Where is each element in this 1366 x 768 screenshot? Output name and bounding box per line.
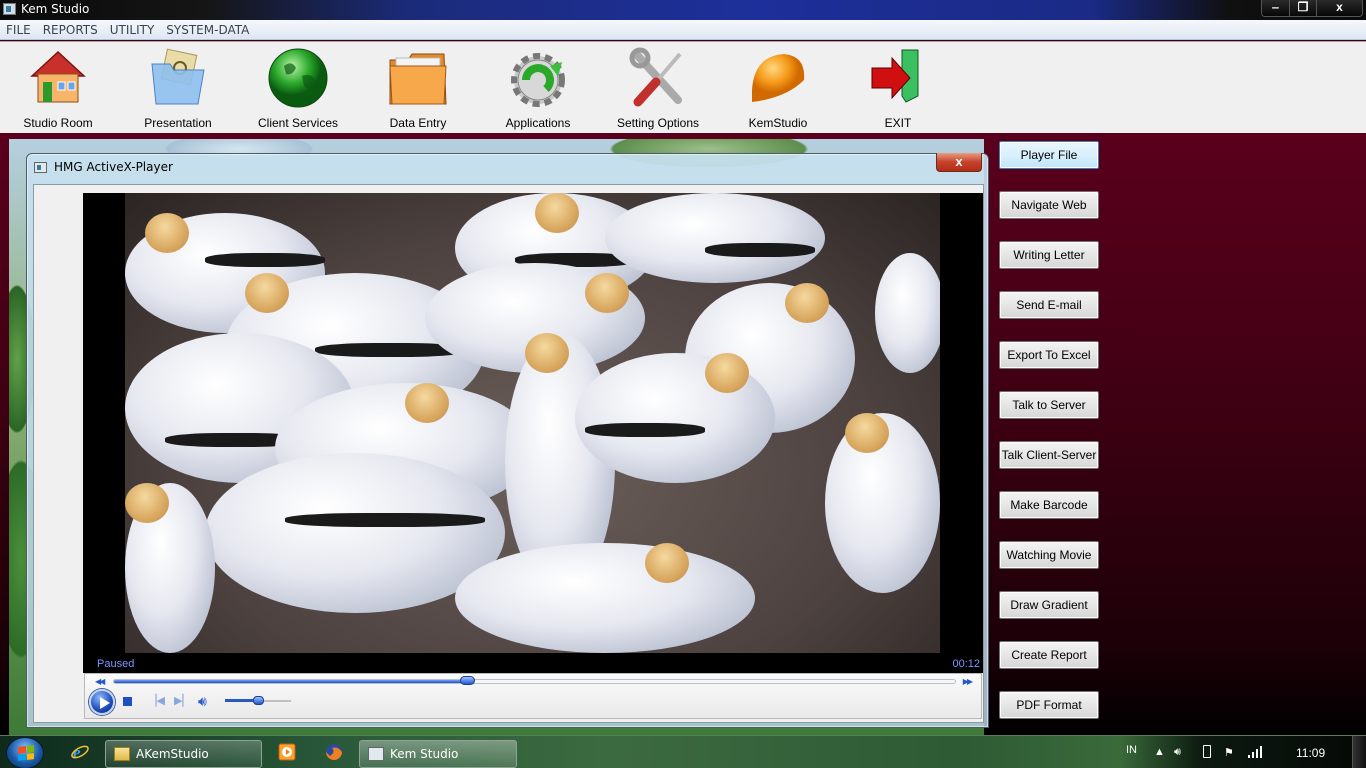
toolbar-label: KemStudio bbox=[748, 116, 808, 130]
video-display[interactable]: Paused 00:12 bbox=[83, 193, 983, 673]
fast-forward-icon[interactable]: ▶▶ bbox=[963, 677, 973, 686]
app-window-icon bbox=[368, 747, 384, 761]
next-button[interactable]: ▶▏ bbox=[174, 695, 191, 707]
folder-icon bbox=[114, 747, 130, 761]
playback-status: Paused bbox=[97, 658, 135, 670]
toolbar-label: Studio Room bbox=[23, 116, 93, 130]
battery-icon[interactable] bbox=[1203, 745, 1211, 758]
menu-bar: FILE REPORTS UTILITY SYSTEM-DATA bbox=[0, 20, 1366, 40]
rewind-icon[interactable]: ◀◀ bbox=[95, 677, 105, 686]
talk-to-server-button[interactable]: Talk to Server bbox=[999, 391, 1099, 419]
gear-refresh-icon bbox=[506, 46, 570, 110]
toolbar-applications[interactable]: Applications bbox=[483, 46, 593, 130]
taskbar-task-label: Kem Studio bbox=[390, 747, 459, 761]
windows-logo-icon bbox=[18, 745, 34, 761]
toolbar-label: Setting Options bbox=[616, 116, 700, 130]
hardhat-icon bbox=[746, 46, 810, 110]
navigate-web-button[interactable]: Navigate Web bbox=[999, 191, 1099, 219]
talk-client-server-button[interactable]: Talk Client-Server bbox=[999, 441, 1099, 469]
player-file-button[interactable]: Player File bbox=[999, 141, 1099, 169]
menu-file[interactable]: FILE bbox=[6, 20, 31, 39]
toolbar-label: EXIT bbox=[884, 116, 912, 130]
toolbar-presentation[interactable]: Presentation bbox=[123, 46, 233, 130]
volume-slider[interactable] bbox=[225, 696, 291, 705]
menu-system-data[interactable]: SYSTEM-DATA bbox=[166, 20, 249, 39]
send-email-button[interactable]: Send E-mail bbox=[999, 291, 1099, 319]
menu-utility[interactable]: UTILITY bbox=[110, 20, 155, 39]
start-button[interactable] bbox=[6, 737, 44, 768]
toolbar-setting-options[interactable]: Setting Options bbox=[603, 46, 713, 130]
show-hidden-icons-icon[interactable]: ▲ bbox=[1154, 746, 1165, 758]
pdf-format-button[interactable]: PDF Format bbox=[999, 691, 1099, 719]
clock[interactable]: 11:09 bbox=[1296, 746, 1325, 760]
video-subject bbox=[605, 193, 825, 283]
firefox-icon[interactable] bbox=[324, 742, 344, 762]
language-indicator[interactable]: IN bbox=[1126, 744, 1137, 756]
close-button[interactable]: x bbox=[1316, 0, 1362, 16]
window-controls: ‒ ❐ x bbox=[1261, 0, 1363, 17]
video-subject bbox=[455, 543, 755, 653]
player-close-button[interactable]: x bbox=[936, 153, 982, 172]
taskbar-task-akemstudio[interactable]: AKemStudio bbox=[105, 740, 262, 768]
play-button[interactable] bbox=[89, 689, 115, 715]
volume-tray-icon[interactable]: 🔊︎ bbox=[1174, 746, 1181, 759]
export-to-excel-button[interactable]: Export To Excel bbox=[999, 341, 1099, 369]
toolbar-label: Presentation bbox=[144, 116, 212, 130]
writing-letter-button[interactable]: Writing Letter bbox=[999, 241, 1099, 269]
player-controls: ◀◀ ▶▶ ▕◀ ▶▏ 🔊︎ bbox=[84, 673, 982, 719]
toolbar-kemstudio[interactable]: KemStudio bbox=[723, 46, 833, 130]
action-center-flag-icon[interactable]: ⚑ bbox=[1224, 746, 1234, 759]
house-icon bbox=[26, 46, 90, 110]
player-window-icon bbox=[34, 162, 47, 173]
player-title: HMG ActiveX-Player bbox=[54, 160, 173, 174]
video-subject bbox=[825, 413, 940, 593]
media-player-icon[interactable] bbox=[277, 742, 297, 762]
stop-button[interactable] bbox=[123, 697, 132, 706]
title-bar: Kem Studio ‒ ❐ x bbox=[0, 0, 1366, 20]
internet-explorer-icon[interactable]: e bbox=[70, 742, 90, 762]
volume-slider-thumb[interactable] bbox=[253, 696, 264, 705]
toolbar-client-services[interactable]: Client Services bbox=[243, 46, 353, 130]
toolbar-label: Applications bbox=[505, 116, 571, 130]
show-desktop-button[interactable] bbox=[1352, 736, 1366, 768]
folder-icon bbox=[386, 46, 450, 110]
playback-time: 00:12 bbox=[952, 658, 980, 670]
taskbar: e AKemStudio Kem Studio IN ▲ 🔊︎ ⚑ 11:09 bbox=[0, 735, 1366, 768]
toolbar-data-entry[interactable]: Data Entry bbox=[363, 46, 473, 130]
menu-reports[interactable]: REPORTS bbox=[43, 20, 98, 39]
tools-icon bbox=[626, 46, 690, 110]
watching-movie-button[interactable]: Watching Movie bbox=[999, 541, 1099, 569]
globe-icon bbox=[266, 46, 330, 110]
toolbar: Studio Room Presentation Client Services bbox=[0, 41, 1366, 133]
taskbar-task-label: AKemStudio bbox=[136, 747, 209, 761]
draw-gradient-button[interactable]: Draw Gradient bbox=[999, 591, 1099, 619]
taskbar-task-kem-studio[interactable]: Kem Studio bbox=[359, 740, 517, 768]
create-report-button[interactable]: Create Report bbox=[999, 641, 1099, 669]
seek-bar-thumb[interactable] bbox=[460, 676, 476, 685]
previous-button[interactable]: ▕◀ bbox=[148, 695, 165, 707]
toolbar-exit[interactable]: EXIT bbox=[843, 46, 953, 130]
network-signal-icon[interactable] bbox=[1248, 746, 1262, 761]
toolbar-studio-room[interactable]: Studio Room bbox=[3, 46, 113, 130]
folder-document-icon bbox=[146, 46, 210, 110]
restore-button[interactable]: ❐ bbox=[1289, 0, 1316, 16]
app-icon bbox=[3, 3, 16, 15]
exit-door-icon bbox=[866, 46, 930, 110]
seek-bar[interactable] bbox=[113, 676, 956, 685]
video-subject bbox=[575, 353, 775, 483]
video-subject bbox=[125, 483, 215, 653]
toolbar-label: Client Services bbox=[257, 116, 339, 130]
minimize-button[interactable]: ‒ bbox=[1262, 0, 1289, 16]
toolbar-label: Data Entry bbox=[389, 116, 447, 130]
seek-bar-fill bbox=[114, 680, 468, 683]
video-frame bbox=[125, 193, 940, 653]
volume-icon[interactable]: 🔊︎ bbox=[198, 693, 207, 710]
video-subject bbox=[875, 253, 940, 373]
make-barcode-button[interactable]: Make Barcode bbox=[999, 491, 1099, 519]
window-title: Kem Studio bbox=[21, 2, 90, 16]
